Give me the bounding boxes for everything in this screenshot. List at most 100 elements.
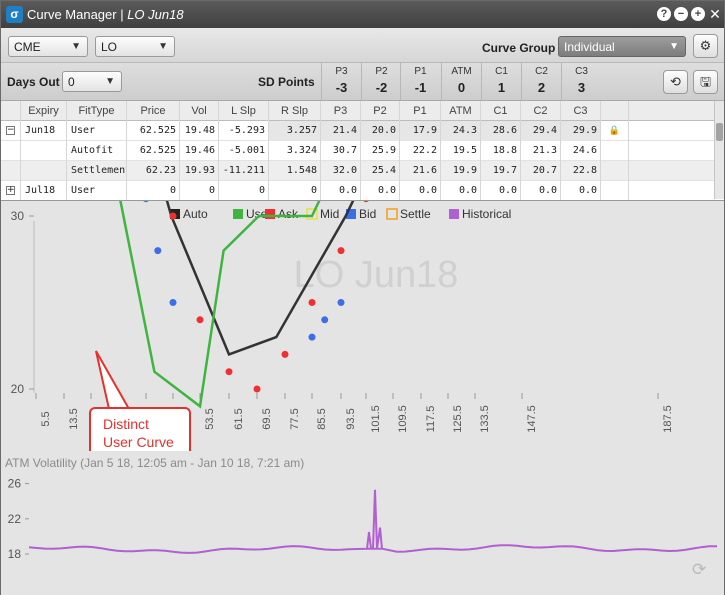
grid-cell[interactable]: 0.0 [521, 181, 561, 201]
header-c2[interactable]: C2 [521, 101, 561, 121]
days-out-select[interactable]: 0 ▼ [62, 71, 122, 92]
grid-cell[interactable]: 29.9 [561, 121, 601, 141]
x-tick-label: 77.5 [289, 408, 301, 429]
grid-cell[interactable]: -5.001 [219, 141, 269, 161]
save-icon[interactable]: 🖫 [693, 70, 718, 94]
sd-column-value[interactable]: -2 [362, 80, 401, 95]
grid-cell[interactable]: 20.7 [521, 161, 561, 181]
grid-cell[interactable]: 0 [180, 181, 219, 201]
grid-cell[interactable]: -11.211 [219, 161, 269, 181]
series-ask-point [253, 385, 261, 393]
x-tick-label: 117.5 [425, 406, 437, 433]
minimize-icon[interactable]: − [674, 7, 688, 21]
table-row[interactable]: − Jun18 User 62.525 19.48 -5.293 3.257 21.4 20.0… [1, 121, 714, 141]
series-ask-point [196, 316, 204, 324]
grid-cell[interactable]: 19.48 [180, 121, 219, 141]
sd-column-value[interactable]: 3 [562, 80, 601, 95]
x-tick-label: 93.5 [345, 408, 357, 429]
grid-cell[interactable]: 21.4 [321, 121, 361, 141]
grid-cell[interactable]: -5.293 [219, 121, 269, 141]
table-row[interactable]: Autofit 62.525 19.46 -5.001 3.324 30.7 25.9 22.… [1, 141, 714, 161]
sd-column-value[interactable]: 1 [482, 80, 521, 95]
grid-cell[interactable]: 19.9 [441, 161, 481, 181]
days-out-label: Days Out [7, 75, 60, 89]
header-p1[interactable]: P1 [400, 101, 441, 121]
grid-cell[interactable]: 17.9 [400, 121, 441, 141]
grid-cell[interactable]: 19.5 [441, 141, 481, 161]
header-p2[interactable]: P2 [361, 101, 400, 121]
grid-cell[interactable]: 62.525 [127, 121, 180, 141]
grid-cell[interactable]: 24.3 [441, 121, 481, 141]
grid-cell[interactable]: 19.7 [481, 161, 521, 181]
curve-manager-window: σ Curve Manager | LO Jun18 ? − + ✕ CME ▼ … [0, 0, 725, 595]
undo-icon[interactable]: ⟲ [663, 70, 688, 94]
grid-cell[interactable]: 25.9 [361, 141, 400, 161]
grid-cell[interactable]: 21.6 [400, 161, 441, 181]
grid-cell[interactable]: 0 [269, 181, 321, 201]
grid-cell[interactable]: 62.23 [127, 161, 180, 181]
sd-points-bar: Days Out 0 ▼ SD Points P3 -3 P2 -2 P1 -1 ATM 0 C1… [1, 63, 724, 101]
grid-cell[interactable]: 32.0 [321, 161, 361, 181]
sd-column-header: C3 [575, 66, 588, 77]
scrollbar-thumb[interactable] [716, 123, 723, 141]
header-vol[interactable]: Vol [180, 101, 219, 121]
grid-cell[interactable]: 21.3 [521, 141, 561, 161]
grid-cell[interactable]: 20.0 [361, 121, 400, 141]
grid-cell[interactable]: 0.0 [361, 181, 400, 201]
grid-cell[interactable]: 3.324 [269, 141, 321, 161]
grid-cell[interactable]: 0.0 [321, 181, 361, 201]
settings-gear-icon[interactable]: ⚙ [693, 34, 718, 58]
grid-cell[interactable]: 28.6 [481, 121, 521, 141]
sd-column-value[interactable]: 2 [522, 80, 561, 95]
curve-group-select[interactable]: Individual ▼ [558, 36, 686, 57]
table-row[interactable]: Settlement 62.23 19.93 -11.211 1.548 32.0 25.4… [1, 161, 714, 181]
grid-cell[interactable]: 19.93 [180, 161, 219, 181]
header-l-slp[interactable]: L Slp [219, 101, 269, 121]
header-c3[interactable]: C3 [561, 101, 601, 121]
help-icon[interactable]: ? [657, 7, 671, 21]
header-atm[interactable]: ATM [441, 101, 481, 121]
close-icon[interactable]: ✕ [708, 7, 722, 21]
exchange-select[interactable]: CME ▼ [8, 36, 88, 57]
grid-cell[interactable]: 3.257 [269, 121, 321, 141]
grid-cell[interactable]: 19.46 [180, 141, 219, 161]
sd-column-value[interactable]: -3 [322, 80, 361, 95]
grid-cell[interactable]: 0 [127, 181, 180, 201]
atm-volatility-chart[interactable]: 18 22 26 [1, 451, 724, 595]
expand-icon[interactable]: + [6, 185, 15, 195]
series-bid-point [154, 247, 162, 255]
grid-cell[interactable]: 0 [219, 181, 269, 201]
grid-cell[interactable]: 18.8 [481, 141, 521, 161]
header-price[interactable]: Price [127, 101, 180, 121]
x-tick-label: 53.5 [204, 408, 216, 429]
lock-icon[interactable]: 🔒 [609, 126, 620, 136]
grid-scrollbar[interactable] [714, 101, 724, 199]
maximize-icon[interactable]: + [691, 7, 705, 21]
refresh-icon[interactable]: ⟳ [692, 560, 706, 580]
collapse-icon[interactable]: − [6, 125, 15, 135]
header-r-slp[interactable]: R Slp [269, 101, 321, 121]
table-row[interactable]: + Jul18 User 0 0 0 0 0.0 0.0 0.0 0.0 0.0 0.0 0.0 [1, 181, 714, 201]
grid-cell[interactable]: 25.4 [361, 161, 400, 181]
grid-cell[interactable]: 24.6 [561, 141, 601, 161]
x-tick-label: 85.5 [316, 408, 328, 429]
grid-cell[interactable]: 1.548 [269, 161, 321, 181]
header-c1[interactable]: C1 [481, 101, 521, 121]
chevron-down-icon: ▼ [105, 76, 115, 87]
header-fittype[interactable]: FitType [67, 101, 127, 121]
header-expiry[interactable]: Expiry [21, 101, 67, 121]
grid-cell[interactable]: 29.4 [521, 121, 561, 141]
sd-column-value[interactable]: -1 [401, 80, 440, 95]
grid-cell[interactable]: 0.0 [400, 181, 441, 201]
grid-cell[interactable]: 0.0 [481, 181, 521, 201]
grid-cell[interactable]: 22.2 [400, 141, 441, 161]
grid-cell[interactable]: 0.0 [561, 181, 601, 201]
grid-cell[interactable]: 22.8 [561, 161, 601, 181]
grid-cell[interactable]: 30.7 [321, 141, 361, 161]
grid-cell[interactable]: 0.0 [441, 181, 481, 201]
product-select[interactable]: LO ▼ [95, 36, 175, 57]
sd-column-value[interactable]: 0 [442, 80, 481, 95]
grid-cell[interactable]: 62.525 [127, 141, 180, 161]
grid-cell [21, 161, 67, 181]
header-p3[interactable]: P3 [321, 101, 361, 121]
